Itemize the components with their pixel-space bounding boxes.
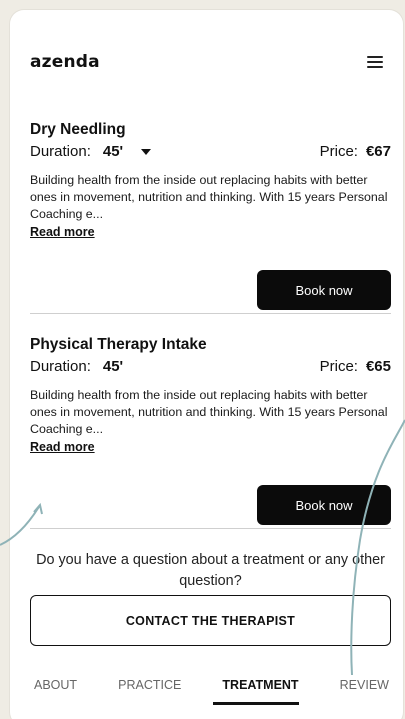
treatment-title: Dry Needling [30,121,126,138]
price-value: €67 [365,143,391,160]
duration-value[interactable]: 45' [103,143,123,160]
treatment-title: Physical Therapy Intake [30,336,207,353]
question-text: Do you have a question about a treatment… [36,552,385,589]
hamburger-menu-icon[interactable] [367,56,383,68]
treatment-card: Physical Therapy Intake Duration: 45' Pr… [30,336,391,525]
active-tab-indicator [213,702,299,705]
treatment-card: Dry Needling Duration: 45' Price: €67 Bu… [30,121,391,310]
treatment-meta: Duration: 45' Price: €67 [30,143,391,160]
duration-label: Duration: [30,358,91,375]
divider [30,528,391,529]
treatment-meta: Duration: 45' Price: €65 [30,358,391,375]
tab-treatment[interactable]: TREATMENT [218,678,302,692]
phone-screen: azenda Dry Needling Duration: 45' Price:… [10,10,403,719]
book-now-button[interactable]: Book now [257,270,391,310]
book-now-button[interactable]: Book now [257,485,391,525]
read-more-link[interactable]: Read more [30,225,95,239]
duration-label: Duration: [30,143,91,160]
duration-value: 45' [102,358,124,375]
price-label: Price: [319,358,358,375]
duration-dropdown-icon[interactable] [141,148,152,155]
treatment-description: Building health from the inside out repl… [30,388,388,436]
brand-logo[interactable]: azenda [30,52,100,72]
app-header: azenda [30,50,383,74]
read-more-link[interactable]: Read more [30,440,95,454]
price-value: €65 [365,358,391,375]
price-label: Price: [319,143,358,160]
divider [30,313,391,314]
tab-review[interactable]: REVIEW [336,678,393,692]
tab-about[interactable]: ABOUT [30,678,81,692]
tab-practice[interactable]: PRACTICE [114,678,185,692]
bottom-tab-bar: ABOUT PRACTICE TREATMENT REVIEW [30,678,393,692]
treatment-description: Building health from the inside out repl… [30,173,388,221]
contact-therapist-button[interactable]: CONTACT THE THERAPIST [30,595,391,646]
